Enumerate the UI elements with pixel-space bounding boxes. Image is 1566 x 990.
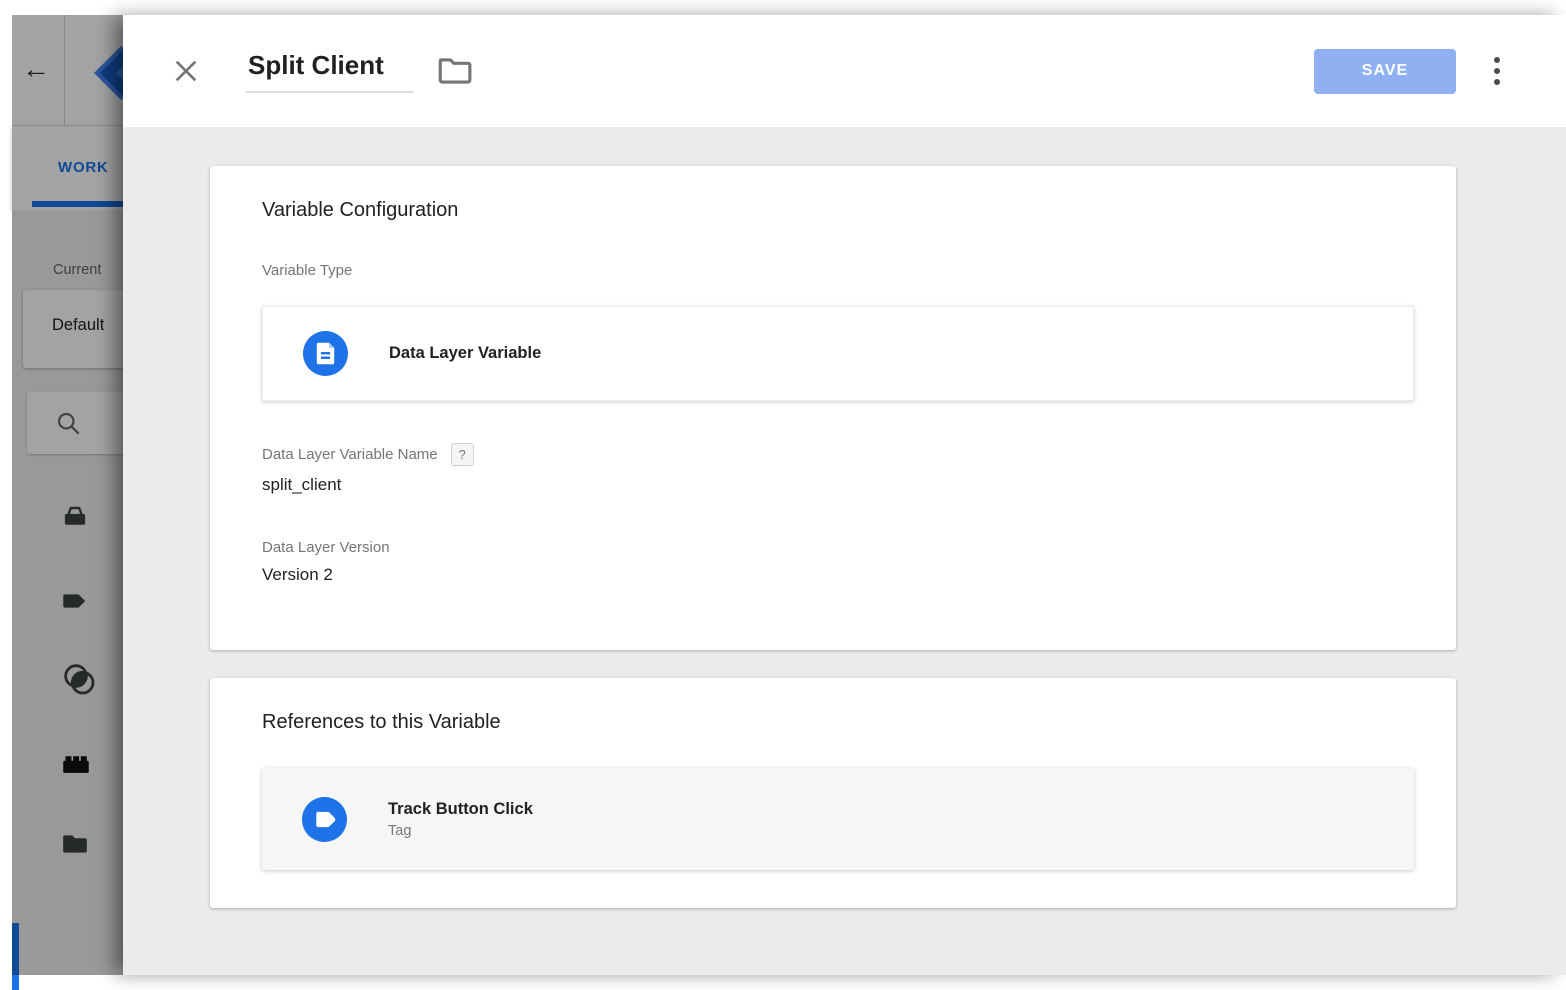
variable-type-selector[interactable]: Data Layer Variable bbox=[262, 306, 1414, 401]
variable-editor-modal: Split Client SAVE Variable Configuration… bbox=[123, 15, 1566, 975]
reference-title: Track Button Click bbox=[388, 800, 533, 819]
data-layer-version-value: Version 2 bbox=[262, 565, 1414, 585]
data-layer-name-label: Data Layer Variable Name bbox=[262, 446, 438, 463]
references-card: References to this Variable Track Button… bbox=[210, 678, 1456, 908]
page-title: Split Client bbox=[248, 50, 384, 80]
variable-type-label: Variable Type bbox=[262, 262, 1414, 279]
references-heading: References to this Variable bbox=[262, 711, 1414, 734]
gtm-variable-editor: ← WORK Current Default bbox=[0, 0, 1566, 990]
data-layer-variable-icon bbox=[303, 331, 348, 376]
reference-subtitle: Tag bbox=[388, 823, 533, 839]
variable-configuration-card: Variable Configuration Variable Type Dat… bbox=[210, 166, 1456, 650]
modal-body: Variable Configuration Variable Type Dat… bbox=[123, 127, 1566, 908]
more-options-icon[interactable] bbox=[1490, 57, 1504, 85]
configuration-heading: Variable Configuration bbox=[262, 199, 1414, 222]
help-icon[interactable]: ? bbox=[451, 443, 474, 466]
tag-reference-icon bbox=[302, 797, 347, 842]
close-icon[interactable] bbox=[170, 55, 202, 87]
data-layer-version-label: Data Layer Version bbox=[262, 539, 1414, 556]
variable-name-input[interactable]: Split Client bbox=[246, 50, 414, 93]
save-button[interactable]: SAVE bbox=[1314, 49, 1456, 94]
reference-list-item[interactable]: Track Button Click Tag bbox=[262, 768, 1414, 870]
move-to-folder-icon[interactable] bbox=[436, 55, 473, 87]
variable-type-value: Data Layer Variable bbox=[389, 344, 541, 363]
data-layer-name-value: split_client bbox=[262, 475, 1414, 495]
modal-header: Split Client SAVE bbox=[123, 15, 1566, 127]
